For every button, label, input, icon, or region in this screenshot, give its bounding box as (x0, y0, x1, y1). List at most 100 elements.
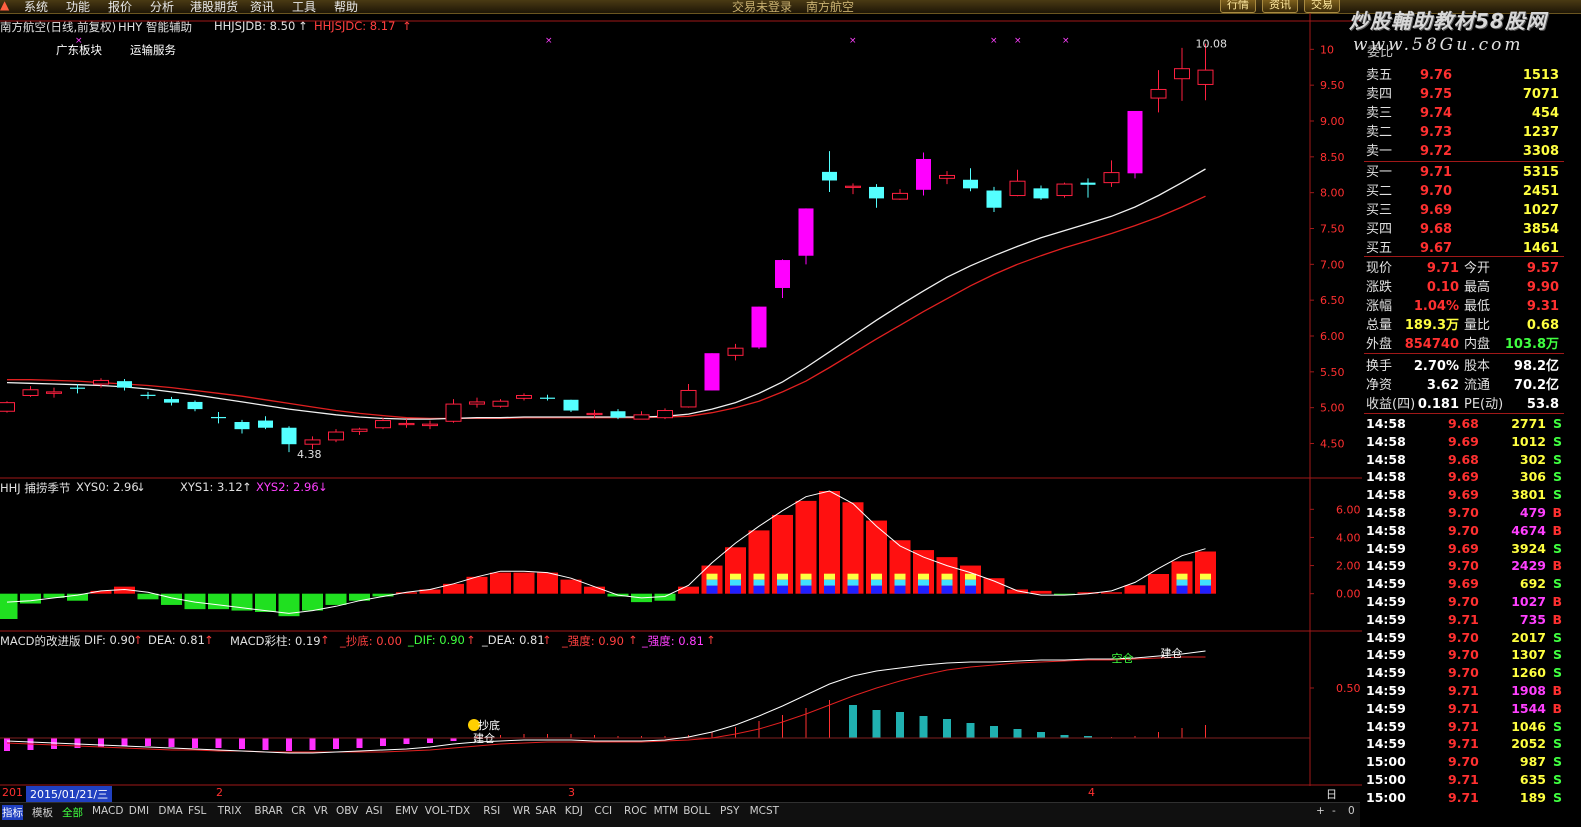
tick-row[interactable]: 14:58 9.69 306 S (1364, 468, 1564, 486)
stat-row[interactable]: 涨跌 0.10 最高 9.90 (1364, 278, 1559, 297)
indicator-tab-fsl[interactable]: FSL (188, 805, 206, 817)
indicator-tab-asi[interactable]: ASI (366, 805, 383, 817)
stat-row[interactable]: 换手 2.70% 股本 98.2亿 (1364, 357, 1559, 376)
indicator-tab-trix[interactable]: TRIX (218, 805, 242, 817)
tick-row[interactable]: 14:58 9.70 479 B (1364, 504, 1564, 522)
tick-row[interactable]: 14:59 9.70 1307 S (1364, 646, 1564, 664)
indicator-tab-mcst[interactable]: MCST (750, 805, 779, 817)
tick-volume: 735 (1519, 611, 1546, 627)
tick-row[interactable]: 14:59 9.71 1908 B (1364, 682, 1564, 700)
ask-row[interactable]: 卖三 9.74 454 (1364, 104, 1559, 123)
xys-bar (1007, 589, 1028, 594)
xys-bar-cyan (1176, 579, 1188, 586)
stat-row[interactable]: 现价 9.71 今开 9.57 (1364, 259, 1559, 278)
tick-volume: 1046 (1511, 718, 1546, 734)
tick-row[interactable]: 14:58 9.69 3801 S (1364, 486, 1564, 504)
indicator-tab-全部[interactable]: 全部 (62, 805, 83, 820)
tick-row[interactable]: 14:59 9.70 1260 S (1364, 664, 1564, 682)
macd-bar (145, 738, 151, 746)
candle-body (916, 158, 931, 190)
tab-quotes[interactable]: 行情 (1220, 0, 1256, 13)
y-tick-label: 5.00 (1320, 402, 1345, 415)
xys-bar-blue (824, 585, 835, 594)
ask-price: 9.75 (1420, 87, 1453, 102)
zoom-button[interactable]: - (1332, 805, 1336, 817)
indicator-tab-psy[interactable]: PSY (720, 805, 739, 817)
indicator-tab-brar[interactable]: BRAR (254, 805, 283, 817)
stat-row[interactable]: 收益(四) 0.181 PE(动) 53.8 (1364, 395, 1559, 414)
macd-bar (427, 738, 433, 743)
bid-row[interactable]: 买三 9.69 1027 (1364, 201, 1559, 220)
ask-row[interactable]: 卖一 9.72 3308 (1364, 142, 1559, 161)
indicator-tab-roc[interactable]: ROC (624, 805, 647, 817)
xys-bar (1148, 574, 1169, 594)
bid-row[interactable]: 买二 9.70 2451 (1364, 182, 1559, 201)
indicator-tab-vol-tdx[interactable]: VOL-TDX (425, 805, 470, 817)
tick-row[interactable]: 14:59 9.69 3924 S (1364, 540, 1564, 558)
indicator-tab-rsi[interactable]: RSI (483, 805, 500, 817)
bid-price: 9.70 (1420, 184, 1453, 199)
tick-row[interactable]: 14:59 9.71 1046 S (1364, 718, 1564, 736)
stat-row[interactable]: 总量 189.3万 量比 0.68 (1364, 316, 1559, 335)
tick-side: S (1552, 736, 1562, 752)
tab-news[interactable]: 资讯 (1262, 0, 1298, 13)
indicator-tab-emv[interactable]: EMV (395, 805, 418, 817)
tick-price: 9.71 (1448, 789, 1479, 805)
month-tick: 4 (1088, 786, 1095, 799)
candle-body (469, 401, 485, 405)
kline-chart-area[interactable]: × × × × × × 10.084.38 抄底建仓空仓 建仓 109.509.008.50… (0, 13, 1362, 786)
indicator-tab-cr[interactable]: CR (291, 805, 306, 817)
tick-row[interactable]: 14:58 9.70 4674 B (1364, 522, 1564, 540)
ma-line-white (6, 168, 1206, 420)
stat-row[interactable]: 外盘 854740 内盘 103.8万 (1364, 335, 1559, 354)
tick-row[interactable]: 14:58 9.68 2771 S (1364, 415, 1564, 433)
tick-row[interactable]: 14:59 9.70 1027 B (1364, 593, 1564, 611)
indicator-tab-obv[interactable]: OBV (336, 805, 358, 817)
tick-row[interactable]: 14:58 9.69 1012 S (1364, 433, 1564, 451)
tick-row[interactable]: 14:59 9.70 2429 B (1364, 557, 1564, 575)
tick-side: S (1552, 469, 1562, 485)
stat-label: 量比 (1464, 318, 1491, 333)
xys-bar-blue (753, 585, 765, 594)
tick-row[interactable]: 15:00 9.71 635 S (1364, 771, 1564, 789)
tick-row[interactable]: 14:59 9.71 1544 B (1364, 700, 1564, 718)
tick-price: 9.69 (1448, 433, 1479, 449)
tick-row[interactable]: 15:00 9.71 189 S (1364, 789, 1564, 807)
candle-body (1150, 88, 1167, 99)
indicator-tab-wr[interactable]: WR (513, 805, 531, 817)
indicator-tab-dmi[interactable]: DMI (129, 805, 149, 817)
indicator-tab-sar[interactable]: SAR (535, 805, 556, 817)
tick-row[interactable]: 14:58 9.68 302 S (1364, 451, 1564, 469)
tab-trade[interactable]: 交易 (1304, 0, 1340, 13)
bid-row[interactable]: 买一 9.71 5315 (1364, 163, 1559, 182)
stat-row[interactable]: 净资 3.62 流通 70.2亿 (1364, 376, 1559, 395)
candle-body (680, 389, 697, 408)
candle-body (70, 387, 85, 389)
indicator-tab-macd[interactable]: MACD (92, 805, 123, 817)
tick-side: S (1552, 540, 1562, 556)
ask-row[interactable]: 卖五 9.76 1513 (1364, 66, 1559, 85)
indicator-tab-cci[interactable]: CCI (594, 805, 612, 817)
signal-marker: × (75, 36, 83, 46)
indicator-tab-模板[interactable]: 模板 (32, 805, 53, 820)
stat-row[interactable]: 涨幅 1.04% 最低 9.31 (1364, 297, 1559, 316)
ask-row[interactable]: 卖四 9.75 7071 (1364, 85, 1559, 104)
tick-row[interactable]: 14:59 9.70 2017 S (1364, 629, 1564, 647)
tick-row[interactable]: 15:00 9.70 987 S (1364, 753, 1564, 771)
zoom-button[interactable]: 0 (1348, 805, 1355, 817)
indicator-tab-vr[interactable]: VR (314, 805, 328, 817)
indicator-tab-mtm[interactable]: MTM (654, 805, 679, 817)
bid-row[interactable]: 买四 9.68 3854 (1364, 220, 1559, 239)
candlestick-chart[interactable]: 10.08 4.38 (0, 38, 1227, 462)
macd-bar (192, 738, 198, 748)
tick-row[interactable]: 14:59 9.69 692 S (1364, 575, 1564, 593)
ask-row[interactable]: 卖二 9.73 1237 (1364, 123, 1559, 142)
tick-row[interactable]: 14:59 9.71 2052 S (1364, 735, 1564, 753)
zoom-button[interactable]: + (1316, 805, 1325, 817)
app-icon[interactable]: ▲ (0, 0, 9, 12)
indicator-tab-指标[interactable]: 指标 (2, 805, 23, 820)
indicator-tab-kdj[interactable]: KDJ (565, 805, 583, 817)
indicator-tab-boll[interactable]: BOLL (683, 805, 710, 817)
indicator-tab-dma[interactable]: DMA (158, 805, 182, 817)
tick-row[interactable]: 14:59 9.71 735 B (1364, 611, 1564, 629)
